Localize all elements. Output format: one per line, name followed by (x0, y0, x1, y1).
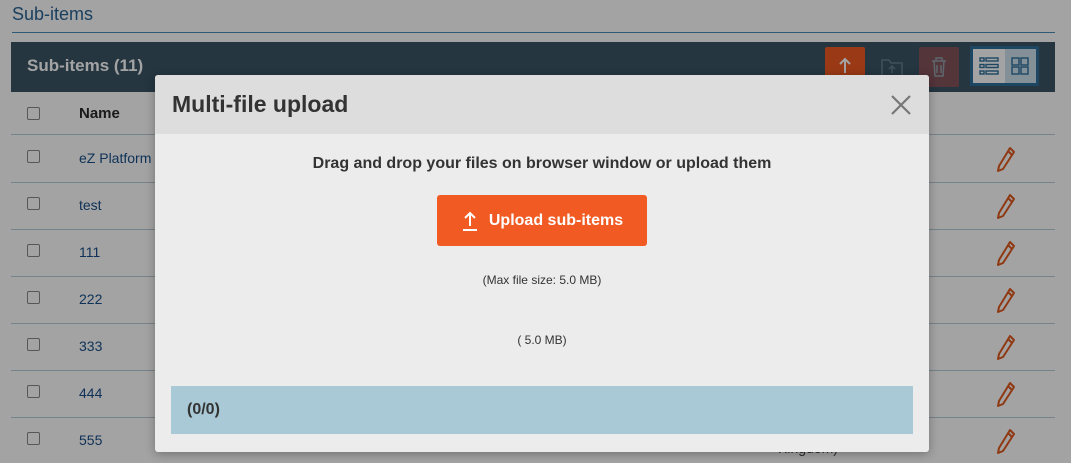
upload-icon (462, 211, 477, 231)
progress-count: (0/0) (187, 401, 220, 418)
upload-button-label: Upload sub-items (488, 211, 624, 229)
multi-file-upload-modal: Multi-file upload Drag and drop your fil… (155, 75, 929, 452)
file-size-text: ( 5.0 MB) (517, 333, 567, 347)
upload-sub-items-button[interactable]: Upload sub-items (437, 195, 647, 246)
max-file-size-text: (Max file size: 5.0 MB) (482, 273, 602, 287)
modal-header: Multi-file upload (155, 75, 929, 134)
drag-drop-instructions: Drag and drop your files on browser wind… (312, 155, 772, 172)
close-icon[interactable] (888, 92, 914, 118)
upload-progress-bar: (0/0) (171, 386, 913, 434)
modal-title: Multi-file upload (172, 91, 349, 117)
